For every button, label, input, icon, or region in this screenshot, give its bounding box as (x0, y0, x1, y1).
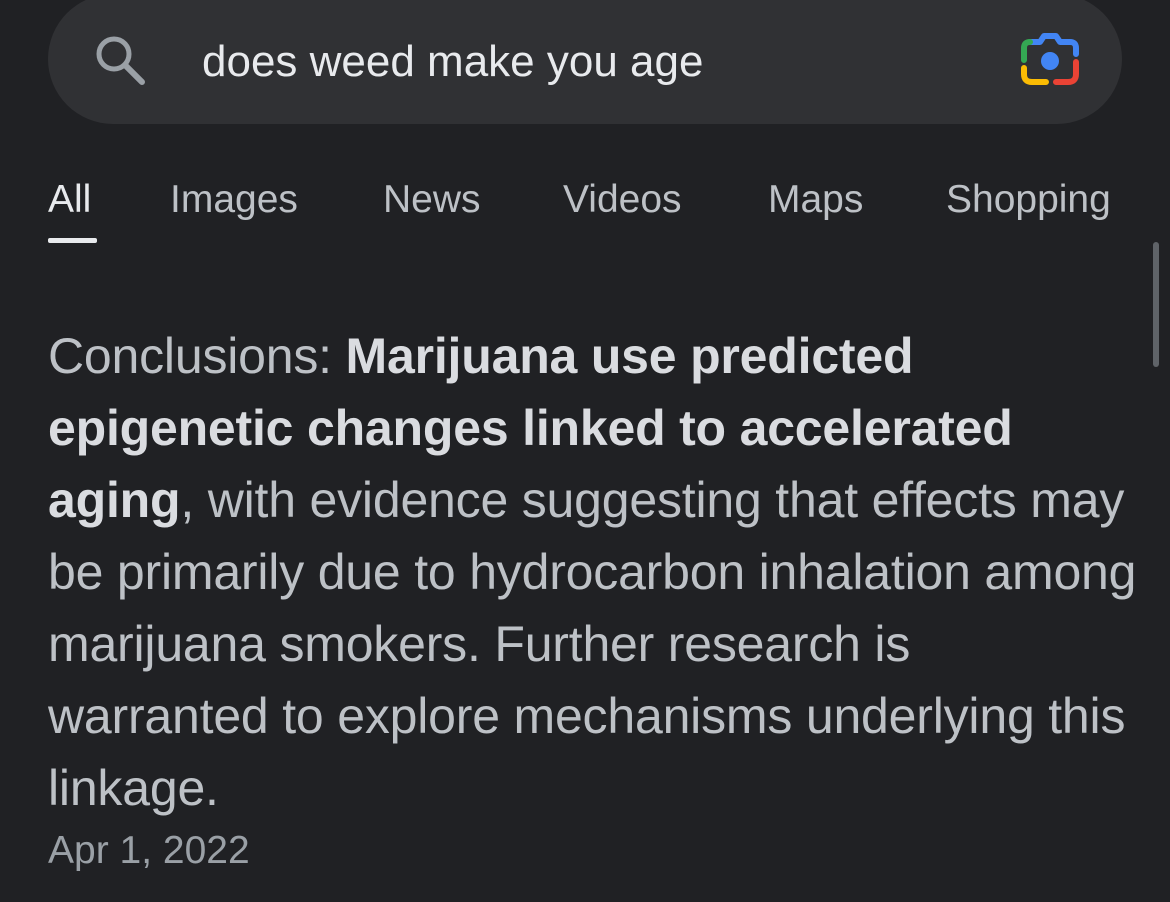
search-tabs: All Images News Videos Maps Shopping (0, 172, 1170, 252)
tab-all[interactable]: All (48, 172, 91, 228)
snippet-date: Apr 1, 2022 (48, 829, 250, 872)
tab-videos[interactable]: Videos (563, 172, 682, 228)
tab-news[interactable]: News (383, 172, 481, 228)
tab-images[interactable]: Images (170, 172, 298, 228)
scrollbar[interactable] (1153, 242, 1159, 367)
search-icon[interactable] (90, 30, 148, 88)
snippet-prefix: Conclusions: (48, 328, 346, 384)
tab-maps[interactable]: Maps (768, 172, 863, 228)
search-input[interactable] (202, 32, 982, 92)
active-tab-indicator (48, 238, 97, 243)
snippet-text: , with evidence suggesting that effects … (48, 472, 1137, 816)
featured-snippet: Conclusions: Marijuana use predicted epi… (48, 320, 1138, 824)
google-lens-icon[interactable] (1016, 28, 1084, 90)
tab-shopping[interactable]: Shopping (946, 172, 1111, 228)
